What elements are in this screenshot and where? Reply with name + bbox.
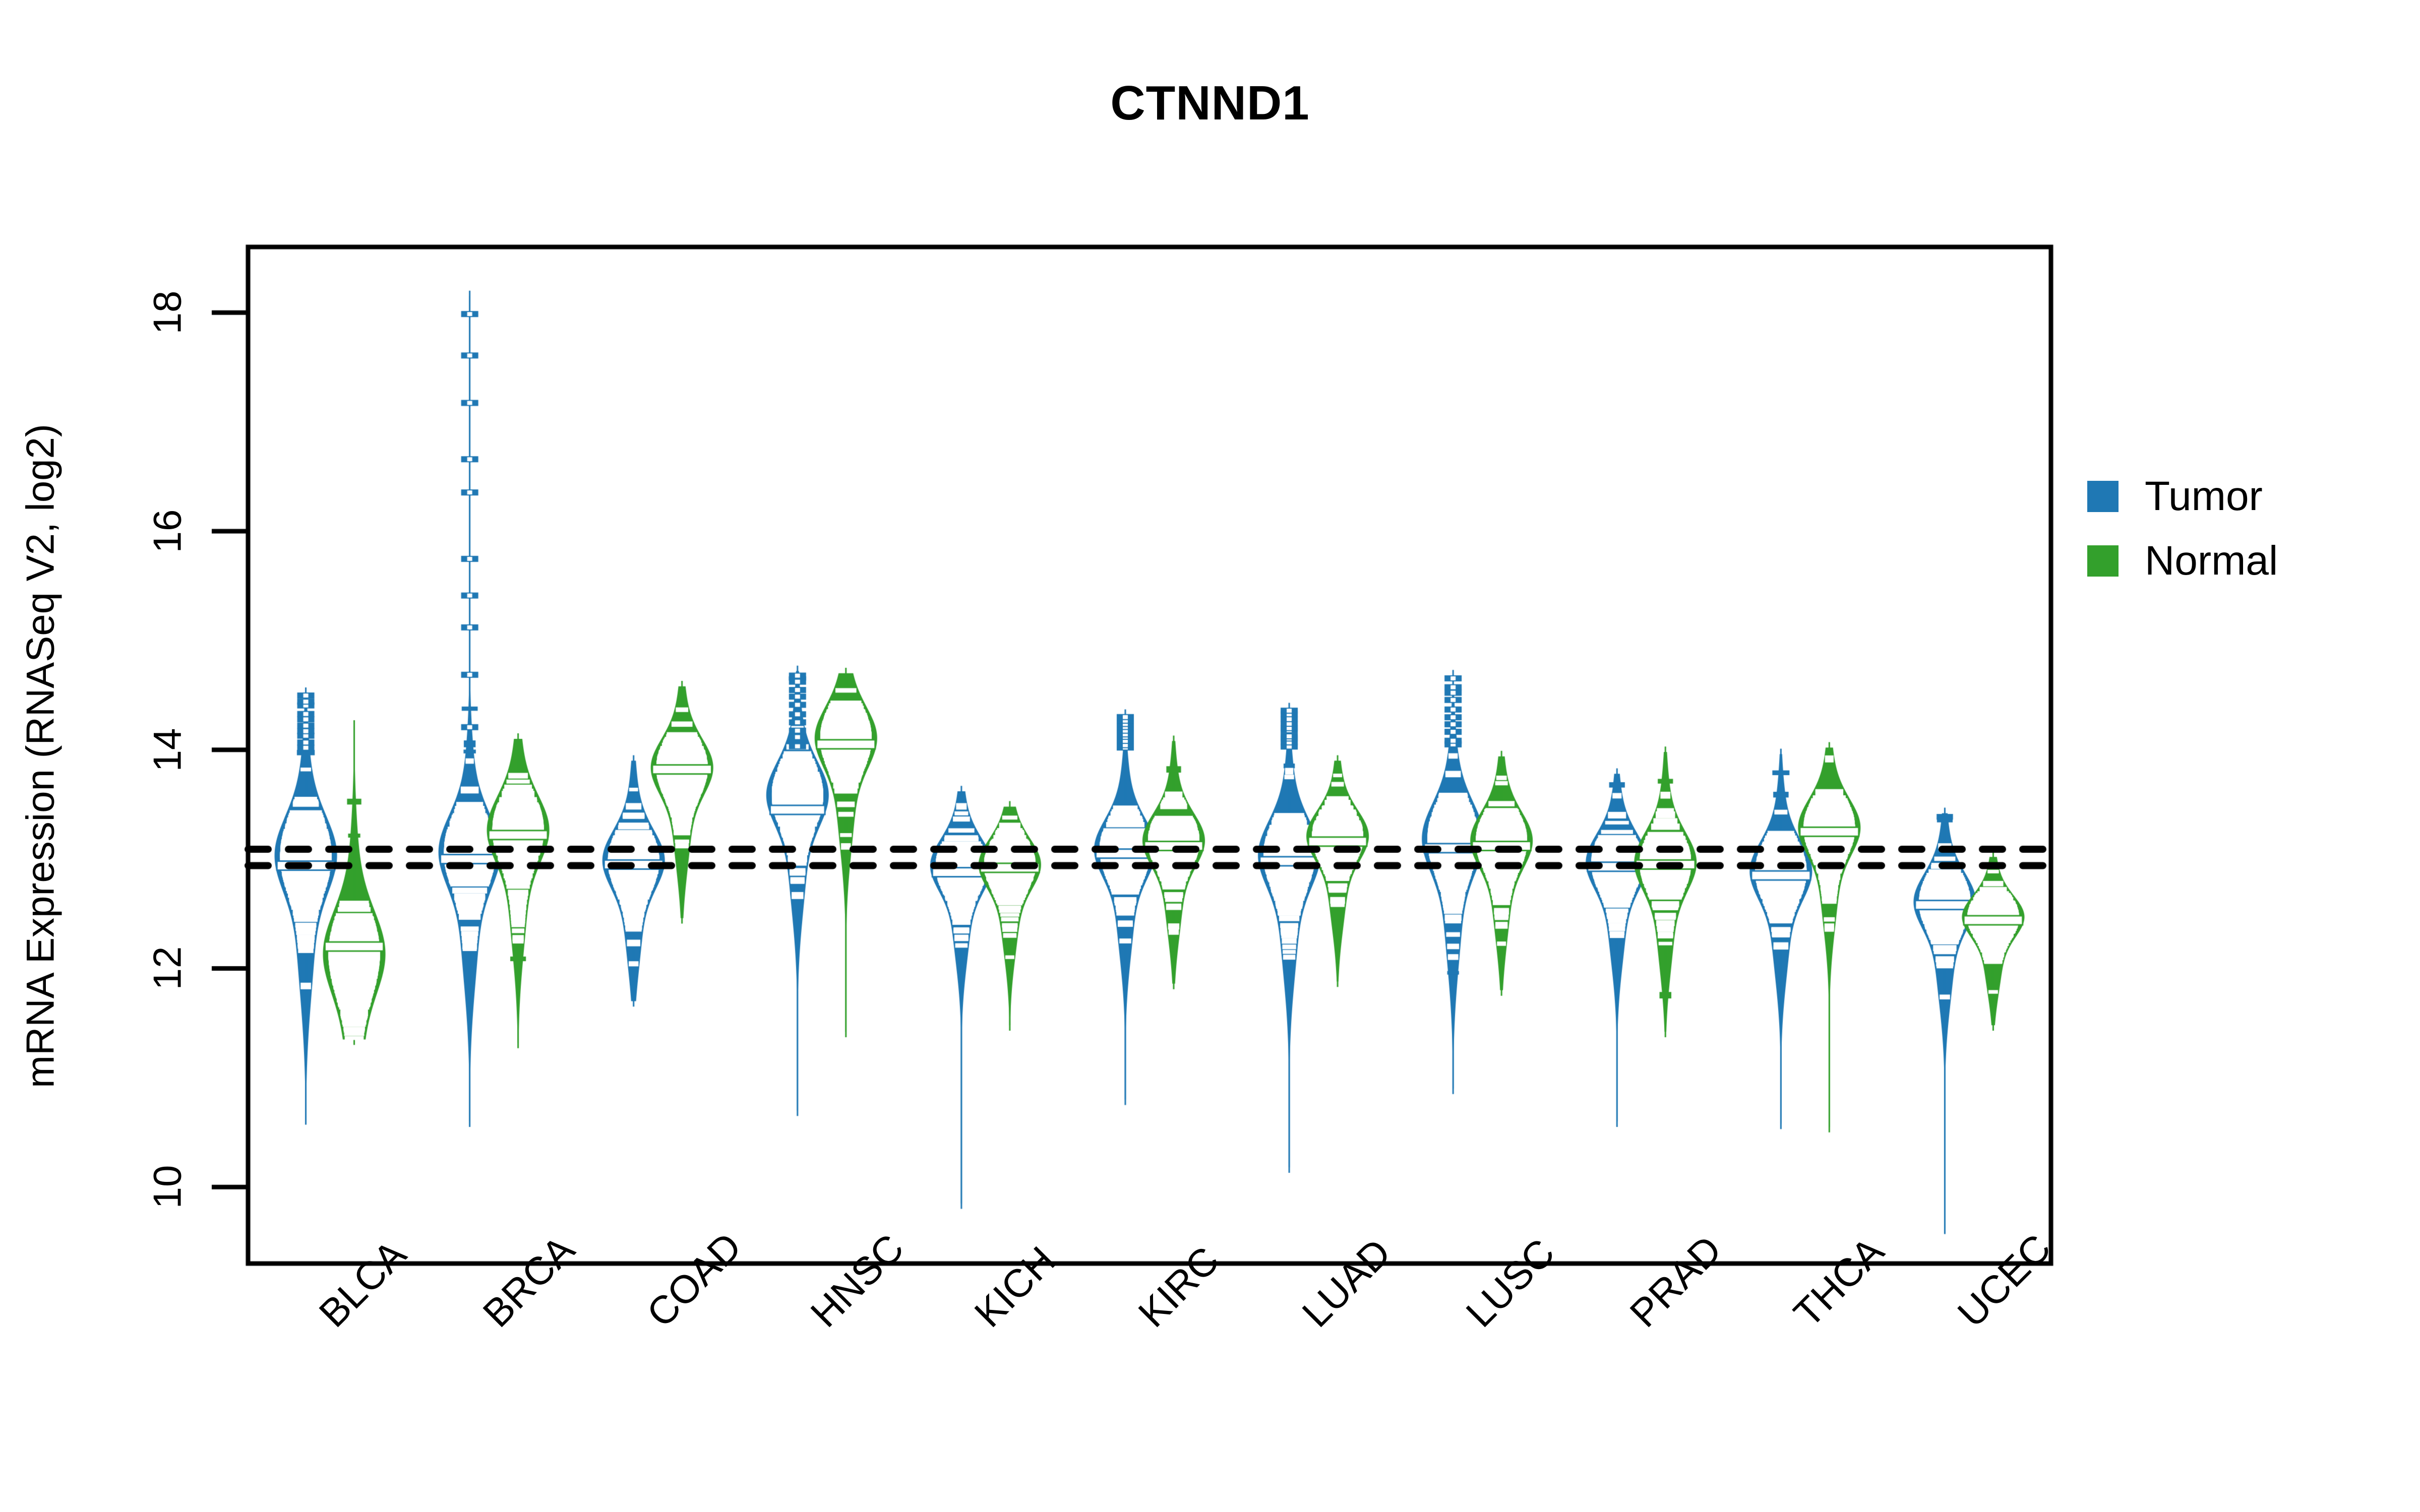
page-title: CTNND1	[1110, 76, 1310, 130]
y-tick-label: 18	[145, 290, 190, 335]
y-tick-label: 12	[145, 947, 190, 990]
legend-swatch-tumor	[2087, 481, 2119, 512]
y-axis-title: mRNA Expression (RNASeq V2, log2)	[18, 424, 63, 1088]
y-tick-label: 14	[145, 728, 190, 772]
legend-label-normal: Normal	[2145, 538, 2278, 584]
legend-label-tumor: Tumor	[2145, 473, 2263, 519]
legend: Tumor Normal	[2087, 469, 2278, 598]
y-tick-label: 10	[145, 1165, 190, 1209]
y-tick-label: 16	[145, 509, 190, 553]
legend-item-tumor[interactable]: Tumor	[2087, 469, 2278, 524]
beanplot-figure: CTNND1 mRNA Expression (RNASeq V2, log2)…	[0, 0, 2420, 1512]
legend-item-normal[interactable]: Normal	[2087, 533, 2278, 589]
legend-swatch-normal	[2087, 545, 2119, 577]
